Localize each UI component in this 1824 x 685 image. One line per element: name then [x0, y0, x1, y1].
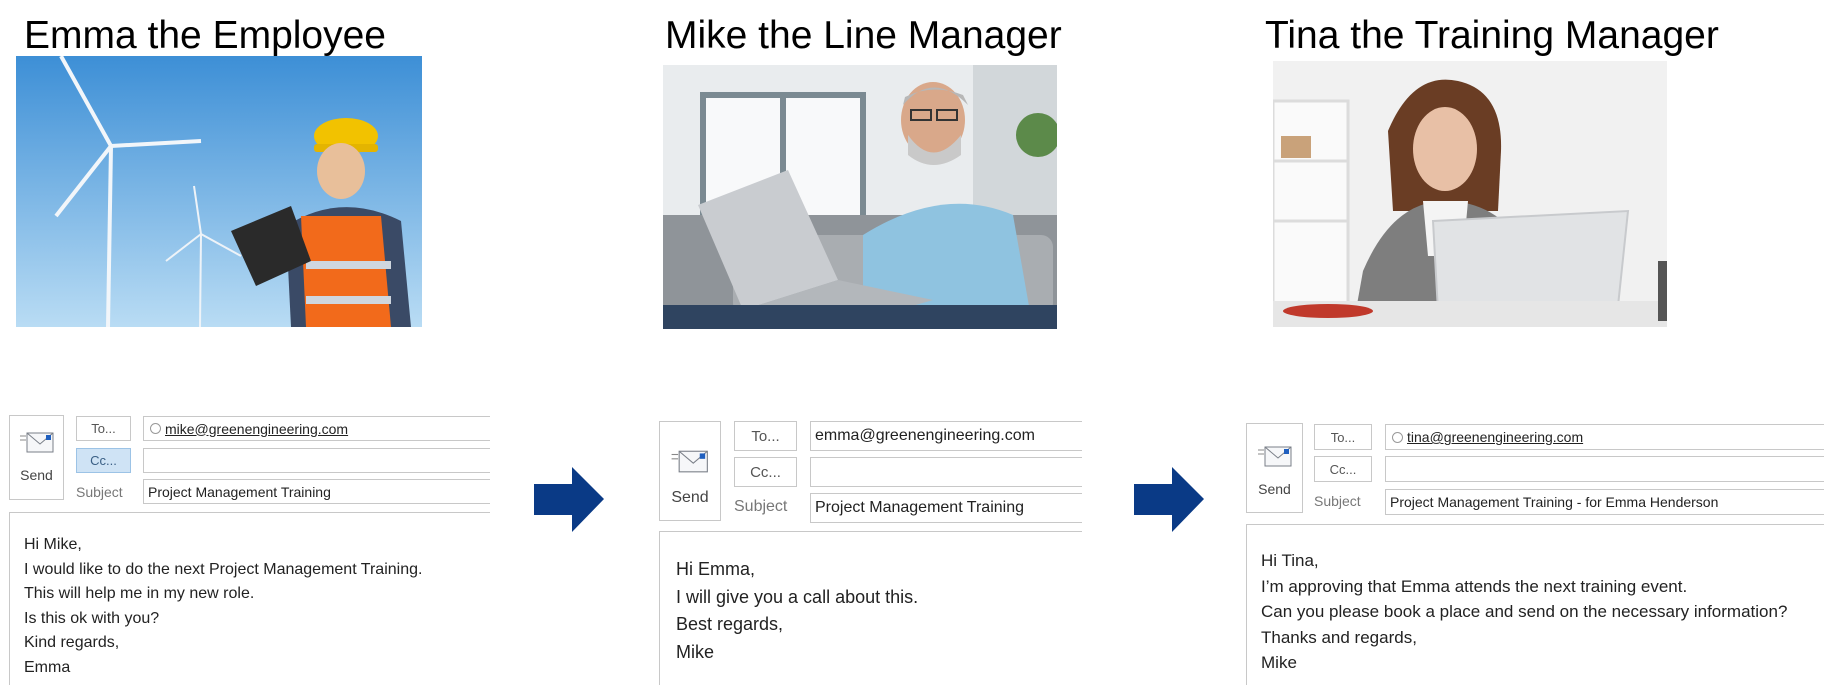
subject-label: Subject [1314, 493, 1361, 509]
envelope-icon [19, 430, 54, 459]
send-button[interactable]: Send [9, 415, 64, 500]
subject-label: Subject [734, 498, 788, 515]
persona-title-line-manager: Mike the Line Manager [665, 14, 1062, 57]
subject-field[interactable]: Project Management Training [810, 493, 1082, 523]
to-field[interactable]: tina@greenengineering.com [1385, 424, 1824, 450]
to-field[interactable]: mike@greenengineering.com [143, 416, 490, 441]
cc-button[interactable]: Cc... [76, 448, 131, 473]
send-label: Send [1258, 481, 1291, 497]
body-line: Best regards, [676, 614, 784, 634]
body-line: Hi Emma, [676, 559, 756, 579]
persona-title-training-manager: Tina the Training Manager [1265, 14, 1719, 57]
cc-field[interactable] [1385, 456, 1824, 482]
persona-title-employee: Emma the Employee [24, 14, 386, 57]
cc-field[interactable] [143, 448, 490, 473]
body-line: Hi Tina, [1261, 551, 1319, 570]
body-line: I’m approving that Emma attends the next… [1261, 576, 1688, 596]
employee-photo [16, 56, 422, 327]
message-body[interactable]: Hi Tina, I’m approving that Emma attends… [1246, 524, 1824, 685]
body-line: Kind regards, [24, 634, 120, 651]
cc-field[interactable] [810, 457, 1082, 487]
to-button[interactable]: To... [734, 421, 797, 451]
body-line: I will give you a call about this. [676, 586, 919, 607]
recipient-address: mike@greenengineering.com [165, 420, 349, 437]
envelope-icon [1257, 444, 1293, 473]
cc-button[interactable]: Cc... [1314, 456, 1372, 482]
send-button[interactable]: Send [659, 421, 721, 521]
message-body[interactable]: Hi Emma, I will give you a call about th… [659, 531, 1082, 685]
body-line: Hi Mike, [24, 536, 82, 553]
subject-field[interactable]: Project Management Training - for Emma H… [1385, 489, 1824, 515]
subject-label: Subject [76, 484, 123, 500]
presence-icon [1392, 431, 1403, 443]
body-line: Mike [676, 641, 715, 662]
body-line: Can you please book a place and send on … [1261, 602, 1788, 621]
recipient-chip[interactable]: mike@greenengineering.com [148, 421, 348, 437]
body-line: Mike [1261, 653, 1297, 672]
to-button[interactable]: To... [1314, 424, 1372, 450]
send-button[interactable]: Send [1246, 423, 1303, 513]
body-line: Thanks and regards, [1261, 627, 1417, 647]
presence-icon [150, 423, 161, 434]
subject-field[interactable]: Project Management Training [143, 479, 490, 504]
send-label: Send [671, 489, 709, 506]
message-body[interactable]: Hi Mike, I would like to do the next Pro… [9, 512, 490, 685]
flow-arrow-icon [1134, 467, 1204, 532]
recipient-chip[interactable]: tina@greenengineering.com [1390, 429, 1583, 445]
envelope-icon [670, 448, 710, 479]
send-label: Send [20, 467, 53, 483]
body-line: Is this ok with you? [24, 609, 160, 627]
to-button[interactable]: To... [76, 416, 131, 441]
body-line: I would like to do the next Project Mana… [24, 560, 423, 578]
line-manager-photo [663, 65, 1057, 329]
body-line: This will help me in my new role. [24, 585, 255, 602]
body-line: Emma [24, 658, 71, 676]
training-manager-photo [1273, 61, 1667, 327]
recipient-address: tina@greenengineering.com [1407, 429, 1584, 445]
to-field[interactable]: emma@greenengineering.com [810, 421, 1082, 451]
flow-arrow-icon [534, 467, 604, 532]
cc-button[interactable]: Cc... [734, 457, 797, 487]
